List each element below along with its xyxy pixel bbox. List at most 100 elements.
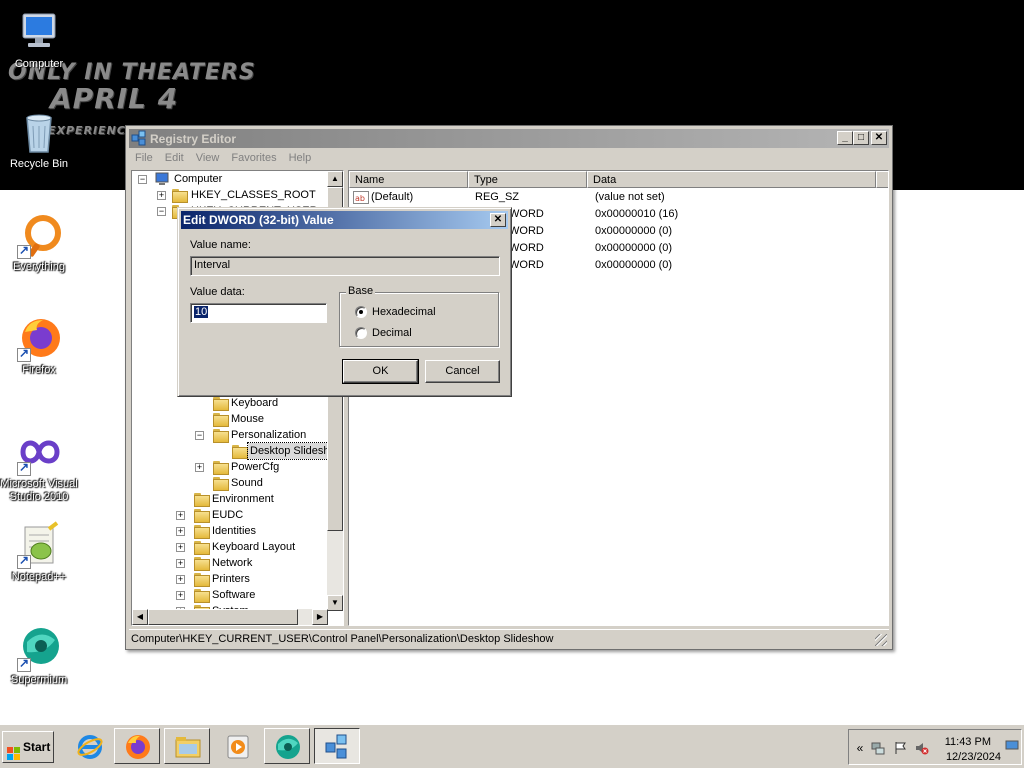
- scroll-left-arrow-icon[interactable]: ◀: [132, 609, 148, 625]
- maximize-button[interactable]: □: [853, 131, 869, 145]
- tree-horizontal-scrollbar[interactable]: ◀ ▶: [132, 609, 328, 625]
- value-data-input[interactable]: 10: [190, 303, 327, 323]
- expand-icon[interactable]: +: [157, 191, 166, 200]
- value-data: 0x00000000 (0): [595, 259, 673, 271]
- desktop-icon-everything[interactable]: Everything: [0, 211, 78, 274]
- scroll-up-arrow-icon[interactable]: ▲: [327, 171, 343, 187]
- tree-item-environment[interactable]: Environment: [193, 491, 343, 507]
- expand-icon[interactable]: +: [176, 527, 185, 536]
- close-button[interactable]: ✕: [871, 131, 887, 145]
- folder-icon: [193, 588, 210, 603]
- everything-icon: [15, 211, 63, 259]
- value-type: WORD: [509, 225, 544, 237]
- radio-hexadecimal-label: Hexadecimal: [372, 306, 436, 318]
- registry-editor-titlebar[interactable]: Registry Editor _ □ ✕: [129, 129, 889, 148]
- show-hidden-icons-icon[interactable]: «: [853, 741, 867, 755]
- menu-view[interactable]: View: [190, 150, 226, 168]
- expand-icon[interactable]: +: [176, 575, 185, 584]
- resize-grip-icon[interactable]: [875, 634, 887, 646]
- desktop-icon-computer[interactable]: Computer: [0, 8, 78, 71]
- clock-time[interactable]: 11:43 PM: [945, 736, 991, 748]
- column-header-data[interactable]: Data: [587, 171, 876, 188]
- start-button[interactable]: Start: [2, 731, 54, 763]
- taskbar-registry-editor[interactable]: [314, 728, 360, 764]
- desktop-icon-supermium[interactable]: Supermium: [0, 624, 78, 687]
- expand-icon[interactable]: +: [176, 591, 185, 600]
- minimize-button[interactable]: _: [837, 131, 853, 145]
- internet-explorer-icon: [76, 733, 104, 761]
- tree-item-label: Keyboard Layout: [212, 541, 296, 553]
- dialog-title: Edit DWORD (32-bit) Value: [183, 213, 334, 227]
- tree-item-identities[interactable]: + Identities: [176, 523, 343, 539]
- action-center-flag-icon[interactable]: [893, 741, 907, 755]
- value-type: WORD: [509, 208, 544, 220]
- ok-button[interactable]: OK: [342, 359, 419, 384]
- taskbar-firefox[interactable]: [114, 728, 160, 764]
- svg-text:ab: ab: [355, 194, 365, 203]
- tree-item-printers[interactable]: + Printers: [176, 571, 343, 587]
- tree-item-sound[interactable]: Sound: [212, 475, 342, 491]
- value-type: REG_SZ: [475, 191, 520, 203]
- tree-item-keyboard-layout[interactable]: + Keyboard Layout: [176, 539, 343, 555]
- folder-icon: [171, 188, 188, 203]
- network-icon[interactable]: [871, 741, 885, 755]
- desktop-icon-notepad-plus-plus[interactable]: Notepad++: [0, 521, 78, 584]
- scroll-down-arrow-icon[interactable]: ▼: [327, 595, 343, 611]
- shortcut-arrow-icon: [17, 553, 31, 569]
- tree-item-label: HKEY_CLASSES_ROOT: [191, 189, 316, 201]
- desktop-icon-firefox[interactable]: Firefox: [0, 314, 78, 377]
- menu-file[interactable]: File: [129, 150, 159, 168]
- volume-muted-icon[interactable]: [915, 741, 929, 755]
- scroll-right-arrow-icon[interactable]: ▶: [312, 609, 328, 625]
- computer-icon: [15, 8, 63, 56]
- tree-item-computer[interactable]: − Computer: [138, 171, 338, 187]
- collapse-icon[interactable]: −: [138, 175, 147, 184]
- desktop-icon-visual-studio[interactable]: Microsoft Visual Studio 2010: [0, 428, 78, 504]
- collapse-icon[interactable]: −: [195, 431, 204, 440]
- desktop-icon-recycle-bin[interactable]: Recycle Bin: [0, 108, 78, 171]
- expand-icon[interactable]: +: [176, 559, 185, 568]
- show-desktop-icon[interactable]: [1005, 738, 1019, 752]
- dialog-titlebar[interactable]: Edit DWORD (32-bit) Value ✕: [181, 211, 508, 229]
- menu-edit[interactable]: Edit: [159, 150, 190, 168]
- radio-hexadecimal[interactable]: Hexadecimal: [355, 305, 485, 319]
- folder-icon: [212, 396, 229, 411]
- column-header-type[interactable]: Type: [468, 171, 587, 188]
- cancel-button[interactable]: Cancel: [425, 360, 500, 383]
- taskbar-supermium[interactable]: [264, 728, 310, 764]
- start-label: Start: [23, 740, 51, 754]
- edit-dword-dialog[interactable]: Edit DWORD (32-bit) Value ✕ Value name: …: [177, 207, 512, 397]
- radio-decimal[interactable]: Decimal: [355, 326, 485, 340]
- taskbar-internet-explorer[interactable]: [66, 728, 112, 764]
- value-name: (Default): [371, 191, 414, 203]
- dialog-close-button[interactable]: ✕: [490, 213, 506, 227]
- expand-icon[interactable]: +: [195, 463, 204, 472]
- tree-item-network[interactable]: + Network: [176, 555, 343, 571]
- system-tray: « 11:43 PM 12/23/2024: [848, 729, 1022, 765]
- taskbar-file-explorer[interactable]: [164, 728, 210, 764]
- scrollbar-thumb[interactable]: [148, 609, 298, 625]
- status-path: Computer\HKEY_CURRENT_USER\Control Panel…: [131, 633, 554, 645]
- collapse-icon[interactable]: −: [157, 207, 166, 216]
- tree-item-hkcr[interactable]: + HKEY_CLASSES_ROOT: [157, 187, 343, 203]
- desktop-icon-label: Microsoft Visual Studio 2010: [0, 478, 78, 503]
- expand-icon[interactable]: +: [176, 511, 185, 520]
- expand-icon[interactable]: +: [176, 543, 185, 552]
- clock-date[interactable]: 12/23/2024: [946, 751, 1001, 763]
- menu-help[interactable]: Help: [283, 150, 318, 168]
- column-header-name[interactable]: Name: [349, 171, 468, 188]
- folder-icon: [193, 524, 210, 539]
- tree-item-keyboard[interactable]: Keyboard: [212, 395, 342, 411]
- tree-item-powercfg[interactable]: + PowerCfg: [195, 459, 343, 475]
- folder-icon: [212, 476, 229, 491]
- tree-item-eudc[interactable]: + EUDC: [176, 507, 343, 523]
- menu-favorites[interactable]: Favorites: [225, 150, 282, 168]
- folder-icon: [193, 572, 210, 587]
- tree-item-software[interactable]: + Software: [176, 587, 343, 603]
- radio-button-checked[interactable]: [355, 306, 367, 318]
- tree-item-personalization[interactable]: − Personalization: [195, 427, 343, 443]
- taskbar-media-player[interactable]: [214, 728, 260, 764]
- radio-button-unchecked[interactable]: [355, 327, 367, 339]
- tree-item-mouse[interactable]: Mouse: [212, 411, 342, 427]
- value-row[interactable]: ab (Default) REG_SZ (value not set): [349, 189, 888, 206]
